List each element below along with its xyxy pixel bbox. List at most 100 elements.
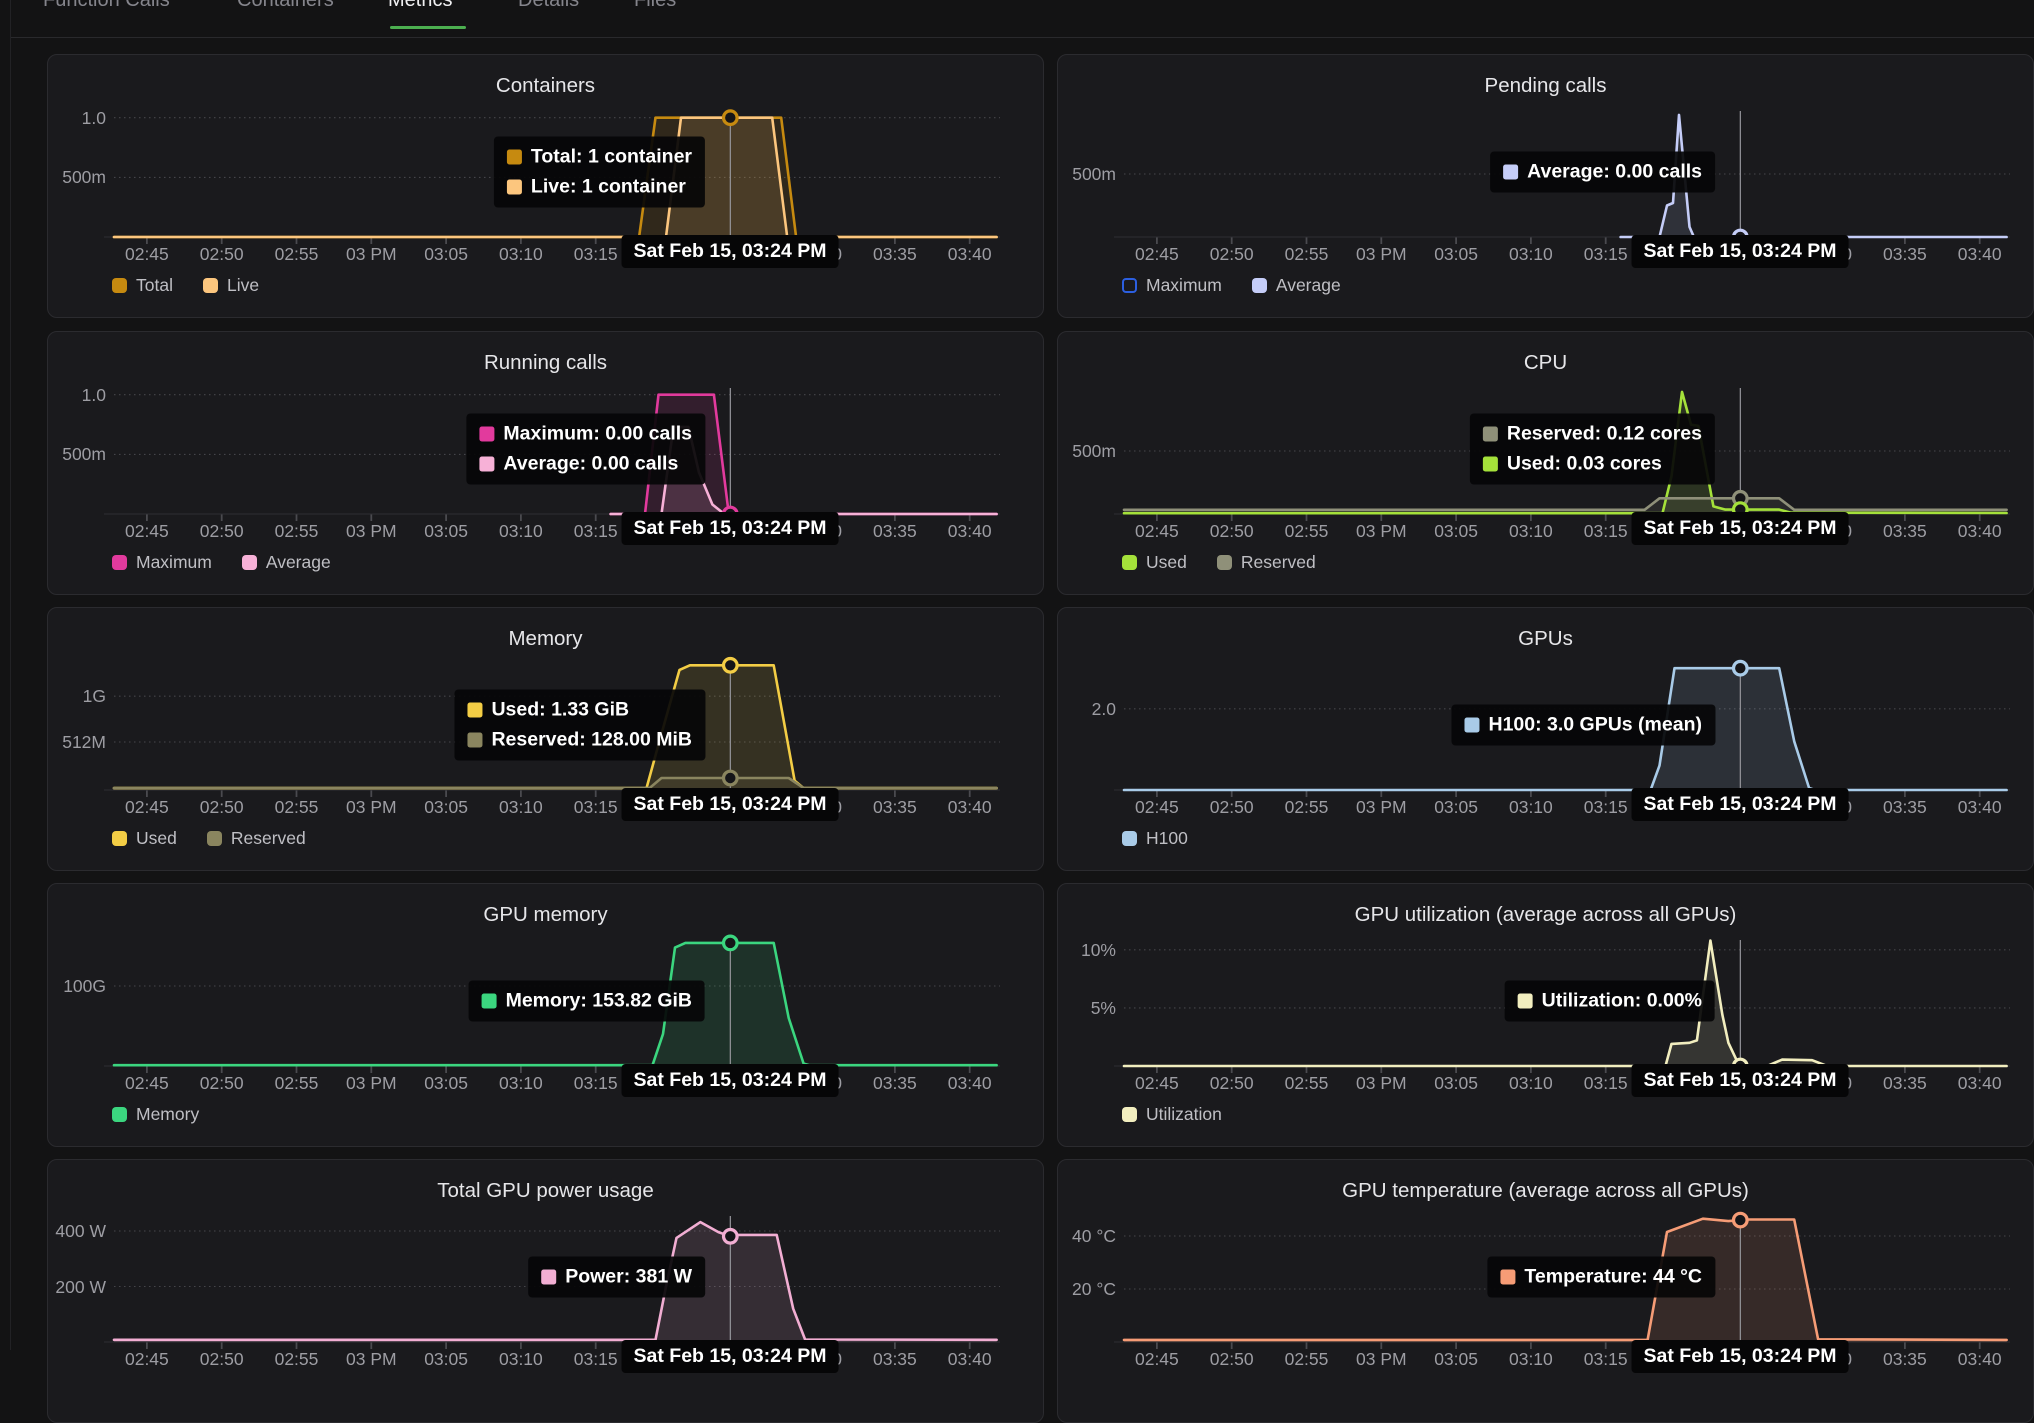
chart-title: Containers bbox=[48, 74, 1043, 98]
x-axis-label: 03:10 bbox=[479, 521, 563, 542]
chart-title: Memory bbox=[48, 627, 1043, 651]
tooltip-text: Live: 1 container bbox=[531, 176, 686, 199]
x-axis-label: 02:55 bbox=[1265, 244, 1349, 265]
chart-card-containers: Containers1.0500m02:4502:5002:5503 PM03:… bbox=[47, 54, 1044, 318]
chart-title: GPU memory bbox=[48, 903, 1043, 927]
x-axis-label: 03 PM bbox=[1339, 244, 1423, 265]
chart-legend: Total Live bbox=[112, 275, 259, 296]
legend-item-used[interactable]: Used bbox=[1122, 552, 1187, 573]
legend-item-average[interactable]: Average bbox=[1252, 275, 1341, 296]
x-axis-label: 02:55 bbox=[255, 244, 339, 265]
tooltip-swatch bbox=[507, 150, 522, 165]
legend-item-average[interactable]: Average bbox=[242, 552, 331, 573]
chart-card-pending-calls: Pending calls500m02:4502:5002:5503 PM03:… bbox=[1057, 54, 2034, 318]
x-axis-label: 02:50 bbox=[1190, 797, 1274, 818]
legend-swatch bbox=[112, 831, 127, 846]
tooltip-swatch bbox=[1503, 165, 1518, 180]
crosshair-marker-temperature bbox=[1734, 1213, 1748, 1227]
tooltip-row: H100: 3.0 GPUs (mean) bbox=[1464, 714, 1702, 737]
legend-item-live[interactable]: Live bbox=[203, 275, 259, 296]
x-axis-label: 02:45 bbox=[1115, 1349, 1199, 1370]
legend-label: Maximum bbox=[1146, 275, 1222, 296]
chart-card-memory: Memory1G512M02:4502:5002:5503 PM03:0503:… bbox=[47, 607, 1044, 871]
chart-tooltip: Memory: 153.82 GiB bbox=[469, 981, 705, 1022]
x-axis-label: 02:50 bbox=[180, 244, 264, 265]
tab-containers[interactable]: Containers bbox=[237, 0, 334, 12]
x-axis-label: 03:40 bbox=[928, 244, 1012, 265]
x-axis-label: 03:10 bbox=[1489, 244, 1573, 265]
y-axis-label: 500m bbox=[1058, 164, 1116, 185]
x-axis-label: 02:45 bbox=[1115, 244, 1199, 265]
tooltip-row: Reserved: 128.00 MiB bbox=[467, 729, 692, 752]
tooltip-row: Average: 0.00 calls bbox=[479, 453, 692, 476]
tab-bar-divider bbox=[10, 37, 2034, 38]
x-axis-label: 03 PM bbox=[329, 244, 413, 265]
legend-label: Live bbox=[227, 275, 259, 296]
chart-title: CPU bbox=[1058, 351, 2033, 375]
tooltip-row: Used: 1.33 GiB bbox=[467, 699, 692, 722]
crosshair-marker-total bbox=[724, 111, 738, 125]
x-axis-label: 03:35 bbox=[1863, 1073, 1947, 1094]
chart-legend: Used Reserved bbox=[112, 828, 306, 849]
tooltip-row: Memory: 153.82 GiB bbox=[482, 990, 692, 1013]
legend-swatch bbox=[112, 1107, 127, 1122]
tab-files[interactable]: Files bbox=[634, 0, 676, 12]
tooltip-row: Total: 1 container bbox=[507, 146, 692, 169]
tooltip-swatch bbox=[507, 180, 522, 195]
x-axis-label: 02:55 bbox=[1265, 1073, 1349, 1094]
tab-function-calls[interactable]: Function Calls bbox=[43, 0, 170, 12]
chart-title: Total GPU power usage bbox=[48, 1179, 1043, 1203]
tooltip-text: Used: 0.03 cores bbox=[1507, 453, 1662, 476]
x-axis-label: 02:45 bbox=[105, 1349, 189, 1370]
series-line-reserved bbox=[114, 778, 997, 788]
chart-tooltip: Total: 1 container Live: 1 container bbox=[494, 137, 705, 208]
tooltip-row: Utilization: 0.00% bbox=[1518, 990, 1702, 1013]
x-axis-label: 03:40 bbox=[928, 1349, 1012, 1370]
x-axis-label: 02:45 bbox=[1115, 521, 1199, 542]
legend-item-utilization[interactable]: Utilization bbox=[1122, 1104, 1222, 1125]
legend-item-maximum[interactable]: Maximum bbox=[112, 552, 212, 573]
x-axis-label: 03 PM bbox=[1339, 1073, 1423, 1094]
x-axis-label: 03:35 bbox=[853, 521, 937, 542]
legend-item-used[interactable]: Used bbox=[112, 828, 177, 849]
tooltip-text: Reserved: 128.00 MiB bbox=[491, 729, 692, 752]
tooltip-row: Temperature: 44 °C bbox=[1500, 1266, 1702, 1289]
legend-swatch bbox=[1122, 831, 1137, 846]
legend-item-maximum[interactable]: Maximum bbox=[1122, 275, 1222, 296]
tooltip-swatch bbox=[1518, 994, 1533, 1009]
legend-label: Used bbox=[1146, 552, 1187, 573]
x-axis-label: 03:05 bbox=[404, 521, 488, 542]
crosshair-date-tooltip: Sat Feb 15, 03:24 PM bbox=[1632, 512, 1849, 545]
x-axis-label: 02:55 bbox=[255, 1349, 339, 1370]
x-axis-label: 03:40 bbox=[1938, 1349, 2022, 1370]
legend-item-reserved[interactable]: Reserved bbox=[207, 828, 306, 849]
x-axis-label: 02:50 bbox=[180, 797, 264, 818]
x-axis-label: 03:05 bbox=[404, 1073, 488, 1094]
x-axis-label: 03:10 bbox=[1489, 1073, 1573, 1094]
legend-item-reserved[interactable]: Reserved bbox=[1217, 552, 1316, 573]
x-axis-label: 03:05 bbox=[404, 797, 488, 818]
y-axis-label: 40 °C bbox=[1058, 1226, 1116, 1247]
legend-item-h100[interactable]: H100 bbox=[1122, 828, 1188, 849]
x-axis-label: 03:40 bbox=[1938, 797, 2022, 818]
legend-label: Reserved bbox=[1241, 552, 1316, 573]
tab-metrics[interactable]: Metrics bbox=[388, 0, 452, 12]
x-axis-label: 03:05 bbox=[1414, 521, 1498, 542]
legend-item-memory[interactable]: Memory bbox=[112, 1104, 199, 1125]
y-axis-label: 200 W bbox=[48, 1277, 106, 1298]
chart-title: GPU utilization (average across all GPUs… bbox=[1058, 903, 2033, 927]
x-axis-label: 03:05 bbox=[1414, 1349, 1498, 1370]
y-axis-label: 512M bbox=[48, 732, 106, 753]
legend-item-total[interactable]: Total bbox=[112, 275, 173, 296]
legend-swatch bbox=[242, 555, 257, 570]
crosshair-date-tooltip: Sat Feb 15, 03:24 PM bbox=[622, 788, 839, 821]
chart-title: Running calls bbox=[48, 351, 1043, 375]
x-axis-label: 03:40 bbox=[1938, 521, 2022, 542]
legend-label: Average bbox=[1276, 275, 1341, 296]
tab-details[interactable]: Details bbox=[518, 0, 579, 12]
y-axis-label: 1.0 bbox=[48, 108, 106, 129]
x-axis-label: 03 PM bbox=[329, 521, 413, 542]
chart-card-running-calls: Running calls1.0500m02:4502:5002:5503 PM… bbox=[47, 331, 1044, 595]
x-axis-label: 03:10 bbox=[479, 244, 563, 265]
chart-title: Pending calls bbox=[1058, 74, 2033, 98]
